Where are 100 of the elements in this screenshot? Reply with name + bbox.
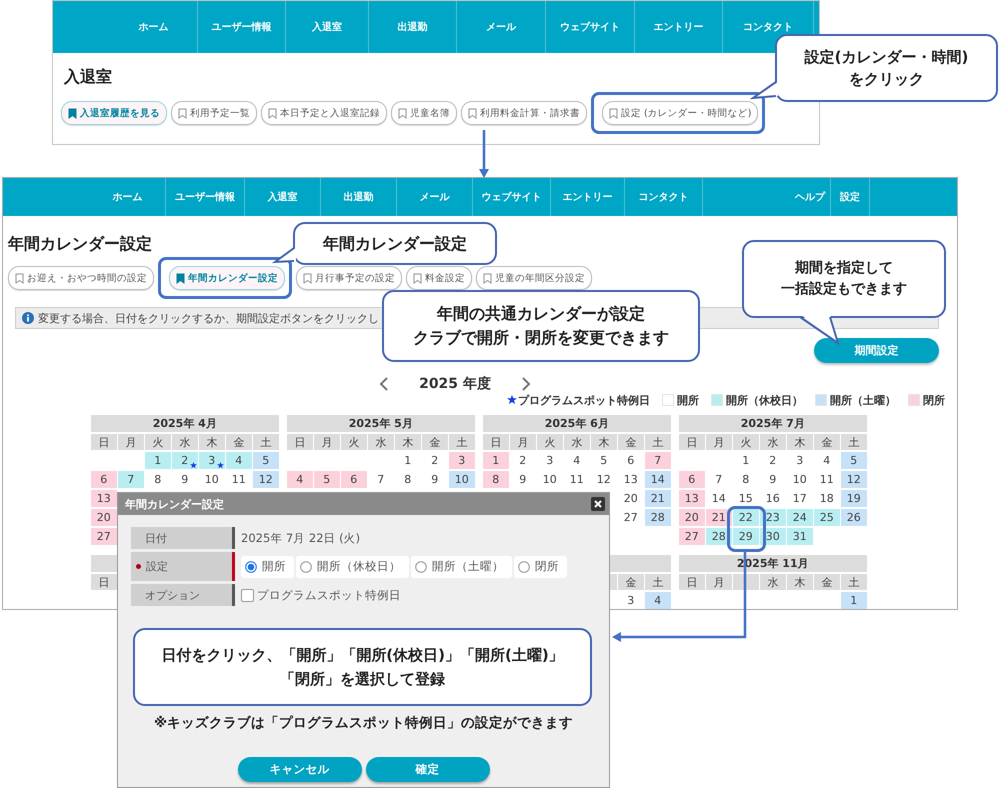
tab[interactable]: 利用予定一覧: [171, 101, 257, 125]
legend-label: 開所（休校日）: [726, 392, 803, 408]
callout: 設定(カレンダー・時間) をクリック: [775, 34, 998, 102]
tab[interactable]: 設定 (カレンダー・時間など): [602, 101, 758, 125]
date-cell[interactable]: 2: [172, 452, 198, 469]
radio-icon[interactable]: [245, 560, 257, 572]
date-cell[interactable]: 6: [341, 471, 366, 488]
weekday-cell: 月: [706, 434, 732, 450]
bookmark-icon: [303, 272, 312, 284]
page-title: 入退室: [64, 67, 112, 88]
year-label: 2025 年度: [419, 374, 491, 393]
date-cell[interactable]: 6: [91, 471, 116, 488]
date-cell[interactable]: 13: [679, 490, 704, 507]
date-cell[interactable]: 24: [787, 509, 812, 526]
date-cell[interactable]: 26: [841, 509, 866, 526]
date-cell[interactable]: 27: [679, 528, 704, 545]
bookmark-icon: [413, 272, 422, 284]
legend-label: プログラムスポット特例日: [518, 392, 650, 408]
date-cell[interactable]: 13: [91, 490, 116, 507]
date-cell[interactable]: 21: [645, 490, 670, 507]
date-cell[interactable]: 1: [145, 452, 170, 469]
tab[interactable]: 料金設定: [406, 266, 472, 290]
legend-label: 閉所: [923, 392, 945, 408]
date-cell[interactable]: 4: [287, 471, 312, 488]
date-cell[interactable]: 7: [645, 452, 670, 469]
weekday-cell: 水: [564, 434, 590, 450]
tab[interactable]: 児童の年間区分設定: [476, 266, 592, 290]
date-cell[interactable]: 1: [841, 592, 866, 609]
callout-tail: [272, 246, 298, 264]
weekday-cell: 水: [172, 434, 198, 450]
date-cell[interactable]: 31: [787, 528, 812, 545]
radio-option[interactable]: 閉所: [514, 556, 567, 578]
weekday-cell: 木: [591, 434, 616, 450]
date-cell[interactable]: 27: [91, 528, 116, 545]
bookmark-icon: [268, 108, 277, 118]
field-label: オプション: [131, 584, 235, 606]
weekday-cell: 火: [537, 434, 562, 450]
date-cell[interactable]: 5: [841, 452, 866, 469]
dialog-title: 年間カレンダー設定: [125, 496, 224, 512]
date-cell[interactable]: 7: [118, 471, 144, 488]
tab[interactable]: 児童名簿: [391, 101, 457, 125]
bookmark-icon: [609, 108, 618, 118]
date-cell[interactable]: 1: [483, 452, 508, 469]
checkbox[interactable]: [241, 588, 254, 602]
tab[interactable]: 本日予定と入退室記録: [261, 101, 387, 125]
date-cell[interactable]: 3: [199, 452, 224, 469]
date-cell[interactable]: 4: [645, 592, 670, 609]
bookmark-icon: [68, 108, 77, 118]
date-cell[interactable]: 12: [253, 471, 278, 488]
weekday-cell: 金: [618, 434, 644, 450]
date-cell[interactable]: 3: [449, 452, 474, 469]
bookmark-icon: [398, 108, 407, 118]
tab[interactable]: 年間カレンダー設定: [169, 266, 285, 290]
page-title: 年間カレンダー設定: [8, 234, 152, 255]
info-icon: [22, 312, 34, 324]
date-cell[interactable]: 12: [841, 471, 866, 488]
date-cell[interactable]: 5: [253, 452, 278, 469]
callout: 期間を指定して 一括設定もできます: [742, 240, 946, 318]
weekday-cell: 土: [253, 434, 278, 450]
chevron-right-icon[interactable]: [520, 376, 531, 391]
radio-option[interactable]: 開所（土曜）: [411, 556, 512, 578]
weekday-cell: 火: [733, 434, 758, 450]
weekday-cell: 月: [510, 434, 536, 450]
weekday-cell: 土: [645, 574, 670, 590]
radio-icon[interactable]: [300, 560, 312, 572]
star-icon: [507, 395, 517, 406]
radio-icon[interactable]: [518, 560, 530, 572]
tab[interactable]: 月行事予定の設定: [296, 266, 402, 290]
radio-option[interactable]: 開所: [241, 556, 294, 578]
weekday-cell: 火: [341, 434, 366, 450]
date-cell[interactable]: 5: [314, 471, 340, 488]
weekday-cell: 月: [706, 574, 732, 590]
chevron-left-icon[interactable]: [379, 376, 390, 391]
date-cell[interactable]: 14: [645, 471, 670, 488]
weekday-cell: 日: [287, 434, 312, 450]
date-cell[interactable]: 10: [449, 471, 474, 488]
date-cell[interactable]: 4: [226, 452, 252, 469]
tab[interactable]: お迎え・おやつ時間の設定: [8, 266, 154, 290]
tab[interactable]: 利用料金計算・請求書: [461, 101, 587, 125]
weekday-cell: 土: [449, 434, 474, 450]
date-cell[interactable]: 8: [483, 471, 508, 488]
date-cell[interactable]: 28: [645, 509, 670, 526]
date-cell[interactable]: 19: [841, 490, 866, 507]
date-cell[interactable]: 25: [814, 509, 840, 526]
bookmark-icon: [15, 272, 24, 284]
weekday-cell: 木: [787, 574, 812, 590]
weekday-cell: 水: [760, 574, 786, 590]
weekday-cell: 月: [118, 434, 144, 450]
tab[interactable]: 入退室履歴を見る: [61, 101, 167, 125]
radio-option[interactable]: 開所（休校日）: [296, 556, 409, 578]
close-icon[interactable]: [591, 497, 605, 511]
legend-label: 開所: [677, 392, 699, 408]
date-cell[interactable]: 20: [679, 509, 704, 526]
radio-icon[interactable]: [415, 560, 427, 572]
callout-tail: [750, 80, 780, 102]
date-cell[interactable]: 22: [733, 509, 758, 526]
date-cell[interactable]: 20: [91, 509, 116, 526]
date-cell[interactable]: 29: [733, 528, 758, 545]
field-label: 設定: [131, 552, 235, 581]
date-cell[interactable]: 6: [679, 471, 704, 488]
